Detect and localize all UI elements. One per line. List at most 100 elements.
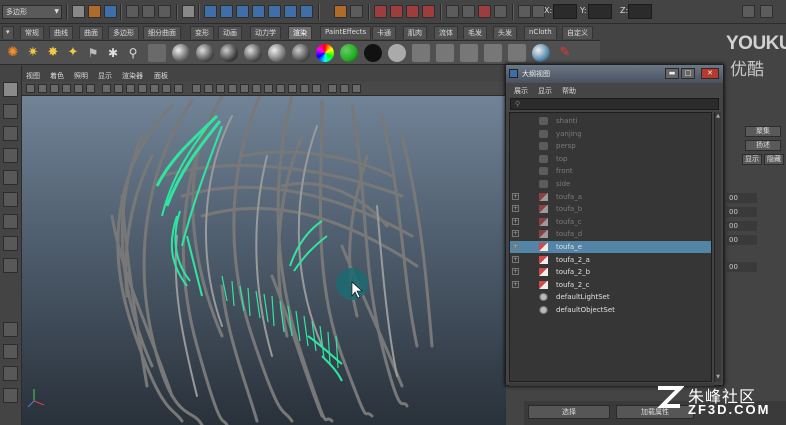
tool-settings-icon[interactable] [478, 5, 491, 18]
single-layout-icon[interactable] [3, 322, 18, 337]
outliner-search-input[interactable]: ⚲ [510, 98, 719, 110]
attribute-editor-icon[interactable] [462, 5, 475, 18]
panel-tool-icon-2[interactable] [50, 84, 59, 93]
outliner-item-persp[interactable]: persp [510, 140, 711, 152]
new-scene-icon[interactable] [72, 5, 85, 18]
shelf-tab-11[interactable]: 肌肉 [403, 26, 427, 39]
channel-box-button-0[interactable]: 聚集 [745, 126, 781, 137]
render-frame-icon[interactable] [374, 5, 387, 18]
expand-icon[interactable]: + [512, 268, 519, 276]
panel-tool-icon-16[interactable] [228, 84, 237, 93]
panel-menu-2[interactable]: 照明 [74, 71, 88, 81]
select-component-icon[interactable] [158, 5, 171, 18]
panel-tool-icon-7[interactable] [114, 84, 123, 93]
snap-vertex-icon[interactable] [300, 5, 313, 18]
panel-tool-icon-20[interactable] [276, 84, 285, 93]
shelf-tab-4[interactable]: 细分曲面 [143, 26, 181, 39]
open-scene-icon[interactable] [88, 5, 101, 18]
panel-menu-1[interactable]: 着色 [50, 71, 64, 81]
panel-tool-icon-1[interactable] [38, 84, 47, 93]
rotate-tool-icon[interactable] [3, 170, 18, 185]
shelf-tab-0[interactable]: 常规 [20, 26, 44, 39]
shelf-tab-7[interactable]: 动力学 [250, 26, 281, 39]
panel-tool-icon-25[interactable] [340, 84, 349, 93]
shelf-tab-1[interactable]: 曲线 [49, 26, 73, 39]
snap-curve-icon[interactable] [220, 5, 233, 18]
channel-value-2[interactable]: 00 [727, 221, 757, 231]
panel-tool-icon-0[interactable] [26, 84, 35, 93]
texture-noise-icon[interactable] [484, 44, 502, 62]
panel-menu-0[interactable]: 视图 [26, 71, 40, 81]
save-scene-icon[interactable] [104, 5, 117, 18]
outliner-item-top[interactable]: top [510, 153, 711, 165]
menu-display[interactable]: 显示 [538, 86, 552, 96]
select-tool-icon[interactable] [3, 82, 18, 97]
expand-icon[interactable]: + [512, 217, 519, 225]
construction-history-icon[interactable] [334, 5, 347, 18]
universal-manip-icon[interactable] [3, 214, 18, 229]
channel-box-button-1[interactable]: 扬述 [745, 140, 781, 151]
panel-tool-icon-14[interactable] [204, 84, 213, 93]
shelf-tab-10[interactable]: 卡通 [372, 26, 396, 39]
channel-value-4[interactable]: 00 [727, 262, 757, 272]
outliner-layout-icon[interactable] [3, 388, 18, 403]
outliner-item-side[interactable]: side [510, 178, 711, 190]
channel-box-icon[interactable] [494, 5, 507, 18]
hypershade-icon[interactable] [422, 5, 435, 18]
scroll-up-icon[interactable]: ▲ [715, 113, 721, 119]
panel-menu-4[interactable]: 渲染器 [122, 71, 143, 81]
channel-value-3[interactable]: 00 [727, 235, 757, 245]
expand-icon[interactable]: + [512, 230, 519, 238]
panel-menu-3[interactable]: 显示 [98, 71, 112, 81]
layout-icon[interactable] [742, 5, 755, 18]
outliner-item-defaultObjectSet[interactable]: defaultObjectSet [510, 304, 711, 316]
outliner-item-toufa_2_b[interactable]: + toufa_2_b [510, 266, 711, 278]
expand-icon[interactable]: + [512, 205, 519, 213]
outliner-item-toufa_c[interactable]: + toufa_c [510, 216, 711, 228]
panel-tool-icon-18[interactable] [252, 84, 261, 93]
texture-grid-icon[interactable] [460, 44, 478, 62]
menu-help[interactable]: 帮助 [562, 86, 576, 96]
directional-light-icon[interactable]: ✸ [44, 44, 62, 62]
shelf-tab-14[interactable]: 头发 [493, 26, 517, 39]
phong-e-ball-icon[interactable] [244, 44, 262, 62]
anisotropic-ball-icon[interactable] [268, 44, 286, 62]
shelf-tab-15[interactable]: nCloth [524, 26, 557, 39]
panel-tool-icon-5[interactable] [86, 84, 95, 93]
volume-light-icon[interactable]: ✱ [104, 44, 122, 62]
panel-tool-icon-4[interactable] [74, 84, 83, 93]
menu-show[interactable]: 展示 [514, 86, 528, 96]
shelf-tab-9[interactable]: PaintEffects [320, 26, 372, 39]
panel-tool-icon-15[interactable] [216, 84, 225, 93]
layered-ball-icon[interactable] [292, 44, 310, 62]
panel-tool-icon-3[interactable] [62, 84, 71, 93]
panel-menu-5[interactable]: 面板 [154, 71, 168, 81]
four-layout-icon[interactable] [3, 344, 18, 359]
texture-ramp-icon[interactable] [508, 44, 526, 62]
channel-value-0[interactable]: 00 [727, 193, 757, 203]
minimize-icon[interactable]: ▬ [665, 68, 679, 79]
ocean-shader-icon[interactable] [388, 44, 406, 62]
render-view-icon[interactable] [148, 44, 166, 62]
side-layout-icon[interactable] [3, 366, 18, 381]
outliner-titlebar[interactable]: 大纲视图 ▬ □ ✕ [506, 65, 723, 83]
shelf-tab-16[interactable]: 自定义 [562, 26, 593, 39]
shelf-tab-3[interactable]: 多边形 [108, 26, 139, 39]
channel-box-button-2[interactable]: 显示 [742, 154, 762, 165]
panel-tool-icon-9[interactable] [138, 84, 147, 93]
camera-icon[interactable]: ⚲ [124, 44, 142, 62]
panel-tool-icon-6[interactable] [102, 84, 111, 93]
panel-tool-icon-13[interactable] [192, 84, 201, 93]
panel-tool-icon-26[interactable] [352, 84, 361, 93]
point-light-icon[interactable]: ✺ [4, 44, 22, 62]
shelf-tab-5[interactable]: 变形 [190, 26, 214, 39]
snap-surface-icon[interactable] [284, 5, 297, 18]
lasso-tool-icon[interactable] [3, 104, 18, 119]
panel-tool-icon-22[interactable] [300, 84, 309, 93]
select-object-icon[interactable] [142, 5, 155, 18]
panel-tool-icon-17[interactable] [240, 84, 249, 93]
outliner-item-shanti[interactable]: shanti [510, 115, 711, 127]
snap-view-plane-icon[interactable] [252, 5, 265, 18]
texture-checker-icon[interactable] [436, 44, 454, 62]
ambient-light-icon[interactable]: ✦ [64, 44, 82, 62]
